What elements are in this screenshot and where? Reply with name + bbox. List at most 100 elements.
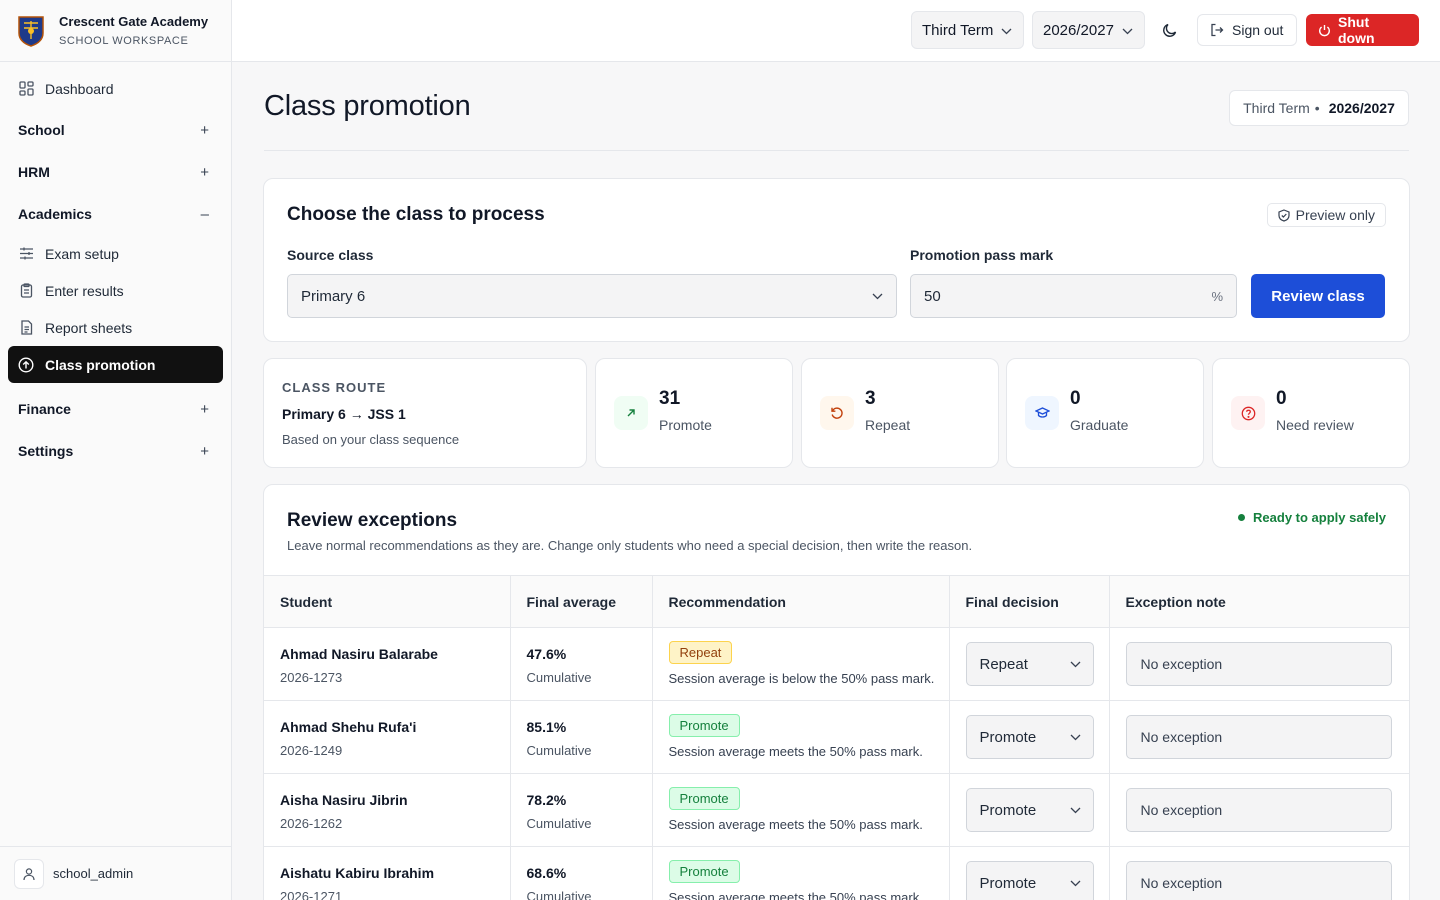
class-route-card: CLASS ROUTE Primary 6 → JSS 1 Based on y… (263, 358, 587, 468)
source-class-select[interactable]: Primary 6 (287, 274, 897, 318)
preview-only-badge: Preview only (1266, 203, 1386, 227)
sidebar-item-exam-setup[interactable]: Exam setup (8, 235, 223, 272)
choose-class-card: Choose the class to process Preview only… (263, 178, 1410, 342)
chip-session: 2026/2027 (1328, 100, 1395, 116)
sidebar-item-label: Exam setup (45, 245, 119, 262)
sign-out-icon (1210, 23, 1224, 37)
review-exceptions-card: Review exceptions Ready to apply safely … (263, 484, 1410, 900)
divider (264, 150, 1409, 151)
note-cell: No exception (1109, 773, 1409, 847)
exception-note-input[interactable]: No exception (1125, 715, 1392, 759)
final-decision-select[interactable]: Promote (965, 861, 1094, 900)
sidebar-item-class-promotion[interactable]: Class promotion (8, 346, 223, 383)
expand-icon: + (200, 163, 209, 181)
column-header-student[interactable]: Student (264, 575, 511, 628)
collapse-icon: – (200, 205, 209, 223)
session-select[interactable]: 2026/2027 (1032, 11, 1145, 49)
chip-separator: • (1314, 100, 1320, 116)
ready-status: Ready to apply safely (1238, 510, 1386, 525)
chevron-down-icon (1070, 734, 1081, 741)
column-header-final-decision[interactable]: Final decision (949, 575, 1110, 628)
final-decision-select[interactable]: Promote (965, 715, 1094, 759)
class-route-path: Primary 6 → JSS 1 (282, 406, 406, 422)
stat-value: 3 (865, 388, 876, 409)
decision-cell: Promote (949, 700, 1110, 774)
topbar: Third Term 2026/2027 Sign out Shut down (232, 0, 1440, 62)
recommendation-badge: Repeat (668, 641, 733, 664)
final-decision-select[interactable]: Repeat (965, 642, 1094, 686)
choose-class-title: Choose the class to process (287, 204, 545, 225)
table-row: Aisha Nasiru Jibrin 2026-1262 78.2% Cumu… (264, 773, 1409, 847)
sidebar-group-label: Finance (18, 401, 71, 417)
school-name: Crescent Gate Academy (59, 13, 209, 29)
user-menu[interactable]: school_admin (0, 846, 231, 900)
final-decision-value: Promote (979, 874, 1037, 892)
shut-down-button[interactable]: Shut down (1306, 14, 1419, 46)
chevron-down-icon (1070, 807, 1081, 814)
average-cell: 78.2% Cumulative (510, 773, 653, 847)
exception-note-input[interactable]: No exception (1125, 788, 1392, 832)
student-cell: Ahmad Shehu Rufa'i 2026-1249 (264, 700, 511, 774)
recommendation-badge: Promote (668, 787, 740, 810)
class-route-heading: CLASS ROUTE (282, 380, 387, 395)
stat-card-graduate: 0 Graduate (1006, 358, 1204, 468)
sidebar-group-school[interactable]: School + (8, 109, 223, 151)
document-icon (18, 320, 34, 336)
arrow-up-right-icon (614, 396, 648, 430)
sidebar-group-finance[interactable]: Finance + (8, 388, 223, 430)
workspace-label: SCHOOL WORKSPACE (59, 34, 189, 47)
class-route-subtitle: Based on your class sequence (282, 432, 460, 447)
recommendation-cell: Promote Session average meets the 50% pa… (652, 773, 950, 847)
final-average: 68.6% (526, 865, 567, 881)
graduation-cap-icon (1025, 396, 1059, 430)
stat-card-repeat: 3 Repeat (801, 358, 999, 468)
stat-card-promote: 31 Promote (595, 358, 793, 468)
crest-logo-icon (18, 15, 44, 47)
sidebar-item-enter-results[interactable]: Enter results (8, 272, 223, 309)
sidebar-item-report-sheets[interactable]: Report sheets (8, 309, 223, 346)
source-class-value: Primary 6 (301, 287, 366, 305)
stat-label: Promote (659, 417, 712, 433)
recommendation-reason: Session average meets the 50% pass mark. (668, 744, 923, 759)
decision-cell: Promote (949, 773, 1110, 847)
sign-out-button[interactable]: Sign out (1197, 14, 1297, 46)
students-table: Student Final average Recommendation Fin… (264, 575, 1409, 900)
average-type: Cumulative (526, 816, 592, 831)
stat-value: 31 (659, 388, 681, 409)
username: school_admin (53, 866, 134, 881)
stat-label: Repeat (865, 417, 911, 433)
term-select[interactable]: Third Term (911, 11, 1024, 49)
note-cell: No exception (1109, 846, 1409, 900)
sidebar-item-dashboard[interactable]: Dashboard (8, 70, 223, 107)
final-average: 78.2% (526, 792, 567, 808)
column-header-recommendation[interactable]: Recommendation (652, 575, 950, 628)
theme-toggle-moon-icon[interactable] (1158, 18, 1182, 42)
chevron-down-icon (1070, 880, 1081, 887)
sidebar-group-label: Academics (18, 206, 92, 222)
column-header-final-average[interactable]: Final average (510, 575, 653, 628)
question-circle-icon (1231, 396, 1265, 430)
sidebar-group-academics[interactable]: Academics – (8, 193, 223, 235)
sidebar-group-label: School (18, 122, 65, 138)
column-header-exception-note[interactable]: Exception note (1109, 575, 1409, 628)
recommendation-badge: Promote (668, 860, 740, 883)
final-decision-select[interactable]: Promote (965, 788, 1094, 832)
final-decision-value: Promote (979, 801, 1037, 819)
sidebar-group-settings[interactable]: Settings + (8, 430, 223, 472)
pass-mark-input[interactable]: 50 % (910, 274, 1237, 318)
session-select-value: 2026/2027 (1043, 21, 1114, 39)
ready-status-label: Ready to apply safely (1253, 510, 1386, 525)
review-exceptions-title: Review exceptions (287, 510, 458, 531)
review-class-button[interactable]: Review class (1251, 274, 1385, 318)
stat-value: 0 (1070, 388, 1081, 409)
chevron-down-icon (1070, 661, 1081, 668)
table-row: Ahmad Nasiru Balarabe 2026-1273 47.6% Cu… (264, 627, 1409, 701)
final-average: 47.6% (526, 646, 567, 662)
sidebar-group-hrm[interactable]: HRM + (8, 151, 223, 193)
exception-note-input[interactable]: No exception (1125, 861, 1392, 900)
brand: Crescent Gate Academy SCHOOL WORKSPACE (0, 0, 231, 62)
average-type: Cumulative (526, 889, 592, 900)
pass-mark-label: Promotion pass mark (910, 247, 1054, 263)
sidebar-item-label: Dashboard (45, 80, 114, 97)
exception-note-input[interactable]: No exception (1125, 642, 1392, 686)
